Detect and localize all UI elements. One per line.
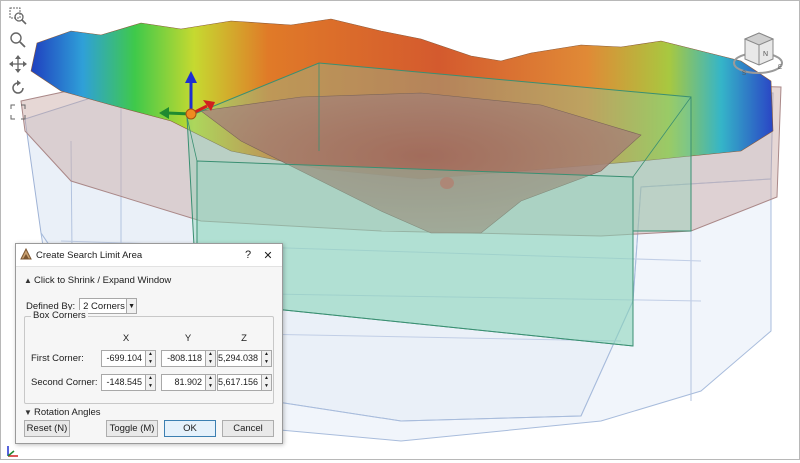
view-cube[interactable]: N S E xyxy=(729,23,787,81)
zoom-icon[interactable] xyxy=(7,29,29,51)
cancel-button[interactable]: Cancel xyxy=(222,420,274,437)
second-corner-y-spinner[interactable]: 81.902 ▲ ▼ xyxy=(161,374,216,391)
decrement-icon[interactable]: ▼ xyxy=(146,383,155,391)
first-corner-x-input[interactable]: -699.104 xyxy=(101,350,146,367)
increment-icon[interactable]: ▲ xyxy=(146,375,155,383)
first-corner-y-spinner[interactable]: -808.118 ▲ ▼ xyxy=(161,350,216,367)
increment-icon[interactable]: ▲ xyxy=(262,375,271,383)
column-header-x: X xyxy=(122,333,130,344)
box-corners-label: Box Corners xyxy=(31,310,88,321)
dialog-titlebar[interactable]: Create Search Limit Area ? ✕ xyxy=(16,244,282,267)
axis-triad-icon xyxy=(5,443,21,459)
zoom-extents-icon[interactable] xyxy=(7,101,29,123)
shrink-expand-label: Click to Shrink / Expand Window xyxy=(34,274,172,286)
increment-icon[interactable]: ▲ xyxy=(206,375,215,383)
first-corner-label: First Corner: xyxy=(31,353,84,364)
rotate-icon[interactable] xyxy=(7,77,29,99)
increment-icon[interactable]: ▲ xyxy=(262,351,271,359)
chevron-up-icon: ▲ xyxy=(24,275,32,285)
help-button[interactable]: ? xyxy=(238,249,258,261)
svg-text:E: E xyxy=(778,65,782,71)
first-corner-x-spinner[interactable]: -699.104 ▲ ▼ xyxy=(101,350,156,367)
decrement-icon[interactable]: ▼ xyxy=(262,359,271,367)
svg-text:N: N xyxy=(763,51,768,58)
shrink-expand-toggle[interactable]: ▲ Click to Shrink / Expand Window xyxy=(16,271,282,289)
chevron-down-icon[interactable]: ▼ xyxy=(127,298,138,314)
ok-button[interactable]: OK xyxy=(164,420,216,437)
second-corner-label: Second Corner: xyxy=(31,377,98,388)
reset-button[interactable]: Reset (N) xyxy=(24,420,70,437)
close-icon[interactable]: ✕ xyxy=(258,249,278,262)
second-corner-z-spinner[interactable]: 5,617.156 ▲ ▼ xyxy=(217,374,272,391)
first-corner-z-input[interactable]: 5,294.038 xyxy=(217,350,262,367)
box-corners-group: Box Corners X Y Z First Corner: -699.104… xyxy=(24,310,274,404)
3d-viewport[interactable]: N S E Create Search Limit Area ? ✕ ▲ Cli… xyxy=(0,0,800,460)
decrement-icon[interactable]: ▼ xyxy=(206,383,215,391)
decrement-icon[interactable]: ▼ xyxy=(146,359,155,367)
column-header-y: Y xyxy=(184,333,192,344)
first-corner-z-spinner[interactable]: 5,294.038 ▲ ▼ xyxy=(217,350,272,367)
svg-text:S: S xyxy=(742,71,746,77)
increment-icon[interactable]: ▲ xyxy=(206,351,215,359)
second-corner-y-input[interactable]: 81.902 xyxy=(161,374,206,391)
app-icon xyxy=(20,247,32,263)
zoom-window-icon[interactable] xyxy=(7,5,29,27)
second-corner-z-input[interactable]: 5,617.156 xyxy=(217,374,262,391)
second-corner-x-spinner[interactable]: -148.545 ▲ ▼ xyxy=(101,374,156,391)
first-corner-y-input[interactable]: -808.118 xyxy=(161,350,206,367)
toggle-button[interactable]: Toggle (M) xyxy=(106,420,158,437)
second-corner-x-input[interactable]: -148.545 xyxy=(101,374,146,391)
rotation-angles-toggle[interactable]: ▼ Rotation Angles xyxy=(24,404,101,420)
rotation-angles-label: Rotation Angles xyxy=(34,406,101,418)
create-search-limit-area-dialog: Create Search Limit Area ? ✕ ▲ Click to … xyxy=(15,243,283,444)
dialog-title: Create Search Limit Area xyxy=(36,249,143,261)
decrement-icon[interactable]: ▼ xyxy=(262,383,271,391)
pan-icon[interactable] xyxy=(7,53,29,75)
decrement-icon[interactable]: ▼ xyxy=(206,359,215,367)
chevron-down-icon: ▼ xyxy=(24,407,32,417)
increment-icon[interactable]: ▲ xyxy=(146,351,155,359)
column-header-z: Z xyxy=(241,333,247,344)
